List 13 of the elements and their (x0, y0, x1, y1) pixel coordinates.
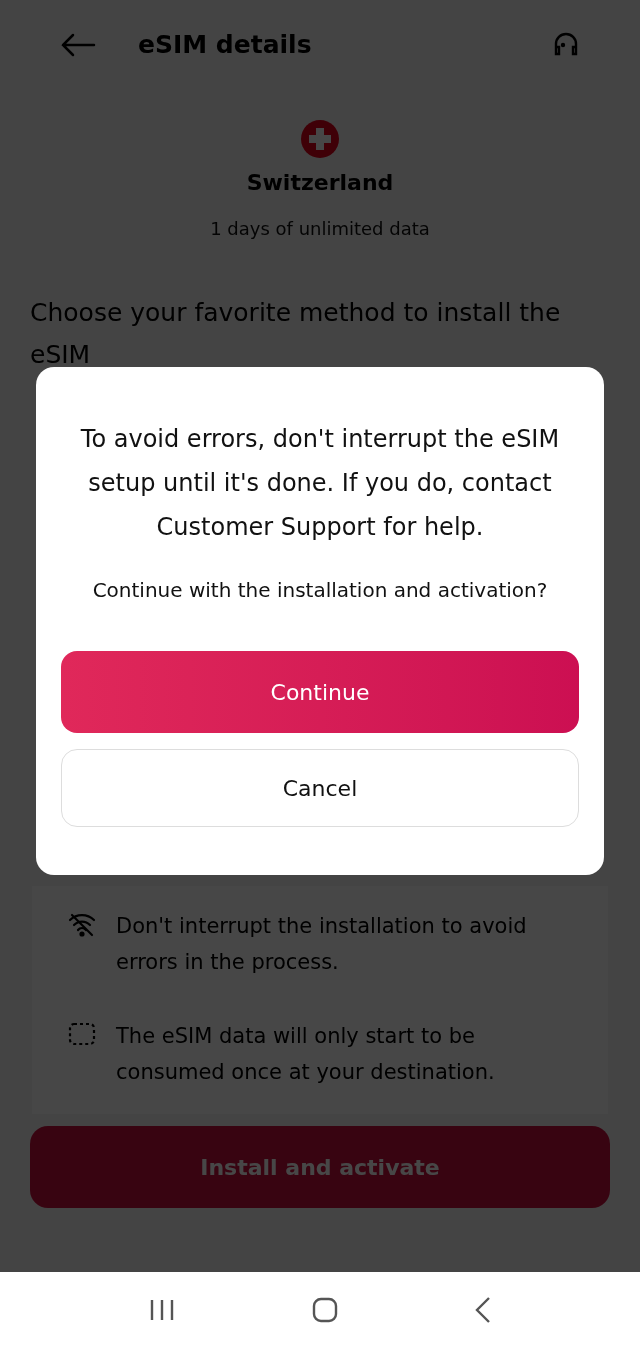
home-icon[interactable] (312, 1296, 338, 1323)
recent-apps-icon[interactable] (148, 1298, 175, 1321)
page-title: eSIM details (138, 29, 313, 62)
dialog-message: To avoid errors, don't interrupt the eSIM setup until it's done. If you do, contact Customer Support for help. (79, 424, 561, 543)
tip-text: Don't interrupt the installation to avoid errors in the process. (116, 913, 528, 976)
continue-button[interactable]: Continue (61, 651, 579, 733)
cancel-button[interactable]: Cancel (61, 749, 579, 827)
dialog-question: Continue with the installation and activation? (92, 577, 548, 604)
country-name: Switzerland (246, 169, 394, 197)
plan-description: 1 days of unlimited data (210, 217, 430, 241)
tip-text: The eSIM data will only start to be consumed once at your destination. (116, 1023, 496, 1086)
install-method-heading: Choose your favorite method to install the eSIM (30, 297, 562, 371)
back-icon[interactable] (475, 1295, 492, 1324)
